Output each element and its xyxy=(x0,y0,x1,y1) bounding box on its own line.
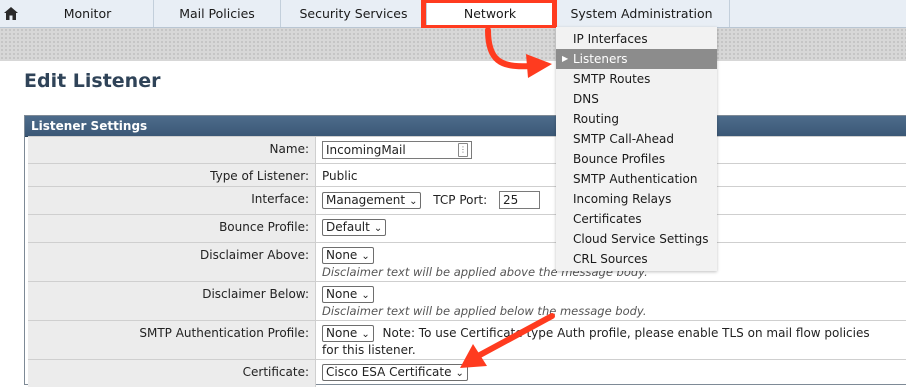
menu-item-dns[interactable]: DNS xyxy=(556,89,717,109)
panel-header: Listener Settings xyxy=(25,116,906,137)
interface-select[interactable]: Management ⌄ xyxy=(322,191,422,209)
name-label: Name: xyxy=(28,137,316,163)
page-title: Edit Listener xyxy=(24,70,161,92)
menu-item-cloud-service-settings[interactable]: Cloud Service Settings xyxy=(556,229,717,249)
bounce-profile-label: Bounce Profile: xyxy=(28,215,316,242)
disclaimer-below-row: Disclaimer Below: None ⌄ Disclaimer text … xyxy=(28,281,906,320)
network-dropdown-menu: IP Interfaces ▶ Listeners SMTP Routes DN… xyxy=(556,27,717,271)
menu-item-smtp-call-ahead[interactable]: SMTP Call-Ahead xyxy=(556,129,717,149)
listener-settings-panel: Listener Settings Name: IncomingMail ⋮ T… xyxy=(24,115,906,387)
smtp-auth-note: Note: To use Certificate type Auth profi… xyxy=(322,326,870,357)
input-key-icon: ⋮ xyxy=(458,143,468,157)
smtp-auth-label: SMTP Authentication Profile: xyxy=(28,321,316,359)
certificate-select-value: Cisco ESA Certificate xyxy=(326,365,452,379)
chevron-down-icon: ⌄ xyxy=(373,223,383,234)
smtp-auth-row: SMTP Authentication Profile: None ⌄ Note:… xyxy=(28,320,906,359)
name-input-value: IncomingMail xyxy=(326,143,406,157)
disclaimer-above-row: Disclaimer Above: None ⌄ Disclaimer text … xyxy=(28,242,906,281)
type-label: Type of Listener: xyxy=(28,164,316,186)
caret-right-icon: ▶ xyxy=(562,54,569,63)
smtp-auth-select-value: None xyxy=(326,326,358,340)
bounce-profile-select-value: Default xyxy=(326,220,370,234)
home-icon xyxy=(4,7,18,20)
tab-monitor[interactable]: Monitor xyxy=(22,0,154,27)
header-stripe-band xyxy=(0,28,906,61)
menu-item-listeners-label: Listeners xyxy=(573,52,628,66)
interface-label: Interface: xyxy=(28,187,316,214)
network-tab-highlight xyxy=(421,0,557,30)
tab-mail-policies[interactable]: Mail Policies xyxy=(154,0,281,27)
disclaimer-below-select-value: None xyxy=(326,287,358,301)
menu-item-listeners[interactable]: ▶ Listeners xyxy=(556,49,717,69)
menu-item-incoming-relays[interactable]: Incoming Relays xyxy=(556,189,717,209)
menu-item-certificates[interactable]: Certificates xyxy=(556,209,717,229)
menu-item-ip-interfaces[interactable]: IP Interfaces xyxy=(556,29,717,49)
tab-system-administration[interactable]: System Administration xyxy=(554,0,730,27)
tcp-port-input[interactable]: 25 xyxy=(499,191,540,209)
bounce-profile-select[interactable]: Default ⌄ xyxy=(322,219,387,236)
name-input[interactable]: IncomingMail ⋮ xyxy=(322,141,472,159)
menu-item-crl-sources[interactable]: CRL Sources xyxy=(556,249,717,269)
menu-item-bounce-profiles[interactable]: Bounce Profiles xyxy=(556,149,717,169)
tcp-port-label: TCP Port: xyxy=(433,192,488,207)
home-button[interactable] xyxy=(0,0,22,27)
interface-row: Interface: Management ⌄ TCP Port: 25 xyxy=(28,186,906,214)
type-row: Type of Listener: Public xyxy=(28,163,906,186)
smtp-auth-select[interactable]: None ⌄ xyxy=(322,325,374,342)
tab-security-services[interactable]: Security Services xyxy=(281,0,427,27)
disclaimer-above-select[interactable]: None ⌄ xyxy=(322,247,374,264)
bounce-profile-row: Bounce Profile: Default ⌄ xyxy=(28,214,906,242)
chevron-down-icon: ⌄ xyxy=(361,290,370,301)
menu-item-smtp-authentication[interactable]: SMTP Authentication xyxy=(556,169,717,189)
menu-item-routing[interactable]: Routing xyxy=(556,109,717,129)
name-row: Name: IncomingMail ⋮ xyxy=(28,136,906,163)
chevron-down-icon: ⌄ xyxy=(361,329,370,340)
disclaimer-below-hint: Disclaimer text will be applied below th… xyxy=(322,304,647,318)
disclaimer-above-select-value: None xyxy=(326,248,358,262)
interface-select-value: Management xyxy=(326,192,406,207)
menu-item-smtp-routes[interactable]: SMTP Routes xyxy=(556,69,717,89)
chevron-down-icon: ⌄ xyxy=(409,195,418,207)
chevron-down-icon: ⌄ xyxy=(455,368,464,379)
disclaimer-below-label: Disclaimer Below: xyxy=(28,282,316,320)
disclaimer-below-select[interactable]: None ⌄ xyxy=(322,286,374,303)
chevron-down-icon: ⌄ xyxy=(361,251,370,262)
certificate-select[interactable]: Cisco ESA Certificate ⌄ xyxy=(322,364,468,381)
disclaimer-above-label: Disclaimer Above: xyxy=(28,243,316,281)
